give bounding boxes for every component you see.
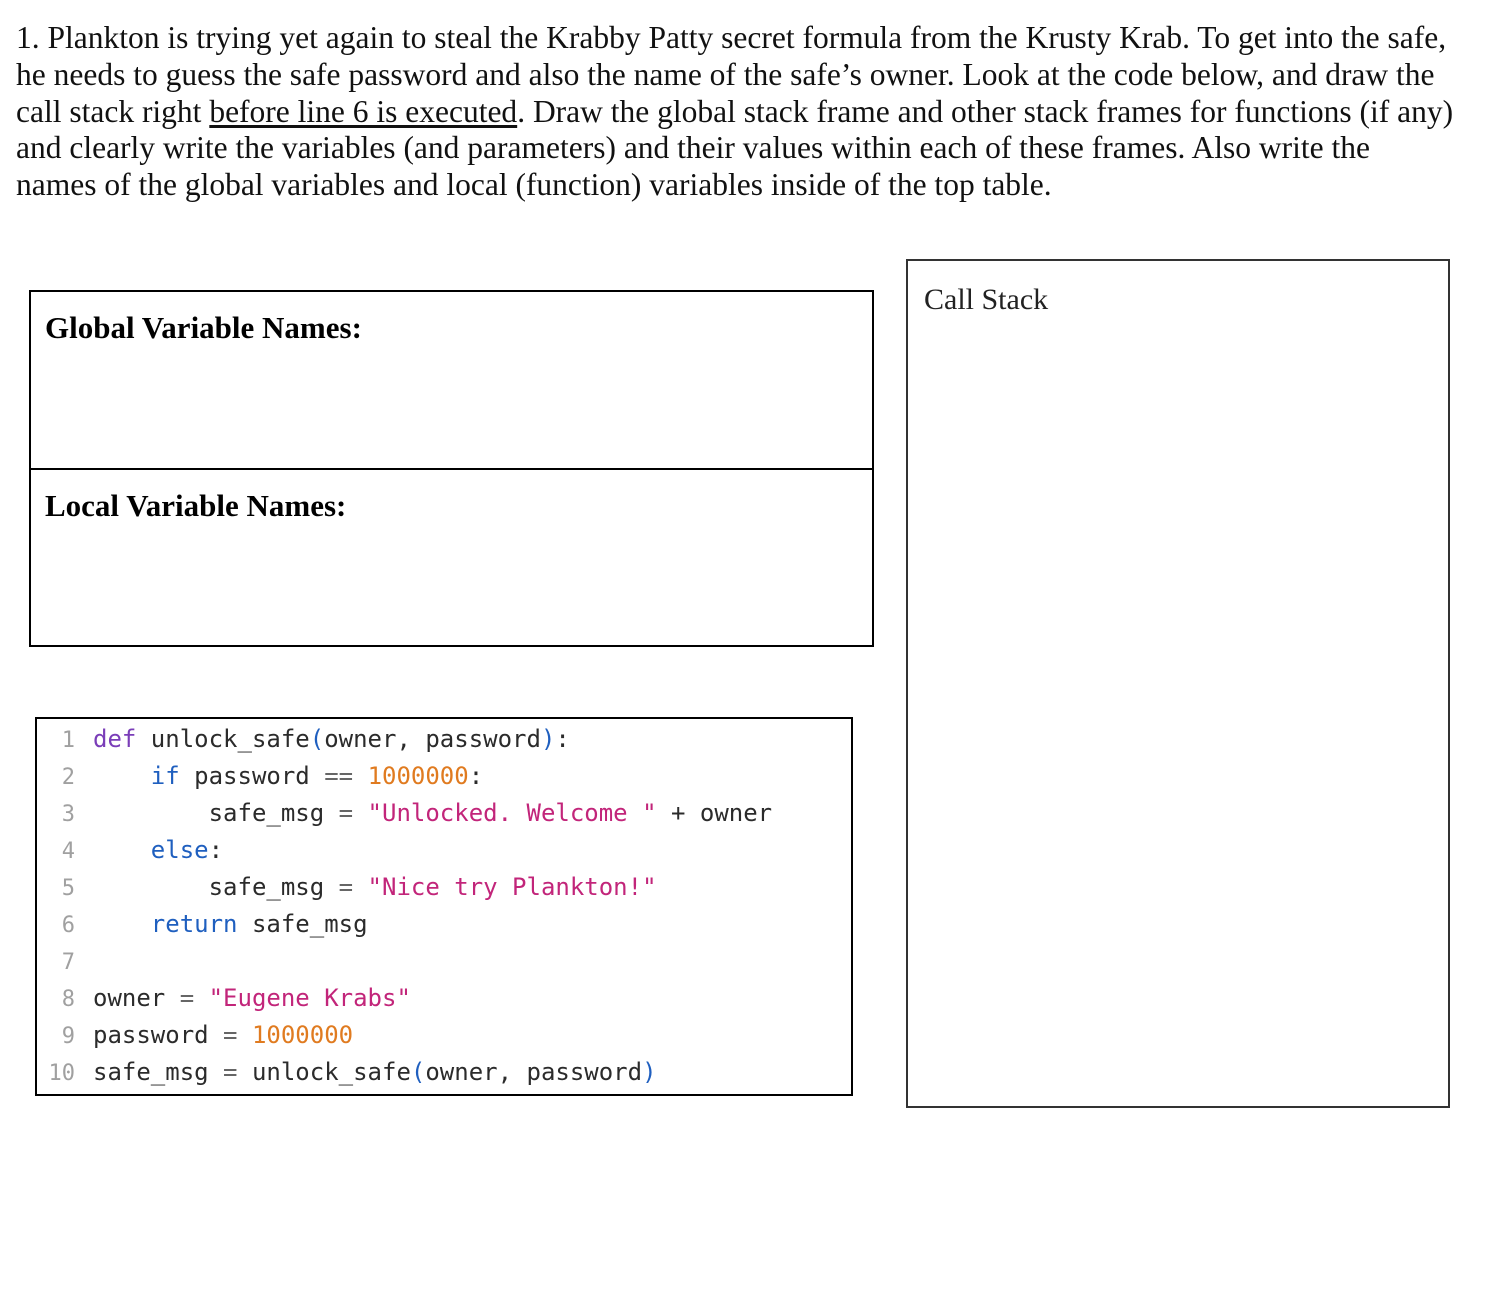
code-line: 8 owner = "Eugene Krabs" [37,980,411,1017]
code-line: 3 safe_msg = "Unlocked. Welcome " + owne… [37,795,772,832]
code-line: 7 [37,943,93,980]
code-token: safe_msg [237,910,368,938]
code-line: 10 safe_msg = unlock_safe(owner, password… [37,1054,657,1091]
code-token: unlock_safe [136,725,310,753]
question-number: 1. [16,20,40,55]
global-variables-cell[interactable]: Global Variable Names: [31,292,872,470]
variable-names-table: Global Variable Names: Local Variable Na… [29,290,874,647]
code-line: 2 if password == 1000000: [37,758,483,795]
code-token: = [338,799,354,827]
line-number: 9 [61,1024,75,1049]
code-token: owner, password [324,725,541,753]
code-token: ( [410,1058,426,1086]
line-number: 1 [61,728,75,753]
code-token: "Eugene Krabs" [208,984,411,1012]
code-token: 1000000 [367,762,469,790]
code-token: 1000000 [251,1021,354,1049]
line-number: 8 [61,987,75,1012]
local-variables-label: Local Variable Names: [45,488,347,523]
code-token: : [208,836,224,864]
global-variables-label: Global Variable Names: [45,310,362,345]
code-token: = [223,1021,238,1049]
question-underlined: before line 6 is executed [209,93,518,129]
code-token: ) [540,725,556,753]
code-token: = [223,1058,238,1086]
code-token: : [468,762,484,790]
code-token: + owner [656,799,773,827]
code-token: safe_msg [93,799,339,827]
code-line: 1 def unlock_safe(owner, password): [37,721,570,758]
code-line: 5 safe_msg = "Nice try Plankton!" [37,869,657,906]
code-token: == [324,762,354,790]
line-number: 6 [61,913,75,938]
code-token: return [150,910,238,938]
call-stack-title: Call Stack [924,283,1049,316]
question-text: 1. Plankton is trying yet again to steal… [16,20,1456,204]
code-token: ) [642,1058,657,1086]
code-token: else [150,836,209,864]
code-token: = [338,873,354,901]
code-line: 9 password = 1000000 [37,1017,353,1054]
line-number: 5 [61,876,75,901]
line-number: 10 [48,1061,76,1086]
code-token: "Nice try Plankton!" [367,873,657,901]
code-token: password [93,1021,224,1049]
line-number: 2 [61,765,75,790]
code-token: owner [93,984,180,1012]
code-token: : [555,725,570,753]
code-line: 6 return safe_msg [37,906,368,943]
line-number: 7 [61,950,75,975]
code-token: owner, password [425,1058,643,1086]
code-token: ( [309,725,325,753]
code-token: "Unlocked. Welcome " [367,799,657,827]
code-token: def [93,725,137,753]
code-token: = [179,984,195,1012]
line-number: 4 [61,839,75,864]
code-token: safe_msg [93,873,339,901]
line-number: 3 [61,802,75,827]
code-token: password [179,762,325,790]
code-token: safe_msg [93,1058,224,1086]
call-stack-box[interactable]: Call Stack [906,259,1450,1108]
code-listing: 1 def unlock_safe(owner, password): 2 if p… [35,717,853,1096]
code-token: if [150,762,180,790]
code-line: 4 else: [37,832,223,869]
local-variables-cell[interactable]: Local Variable Names: [31,470,872,645]
code-token: unlock_safe [237,1058,411,1086]
